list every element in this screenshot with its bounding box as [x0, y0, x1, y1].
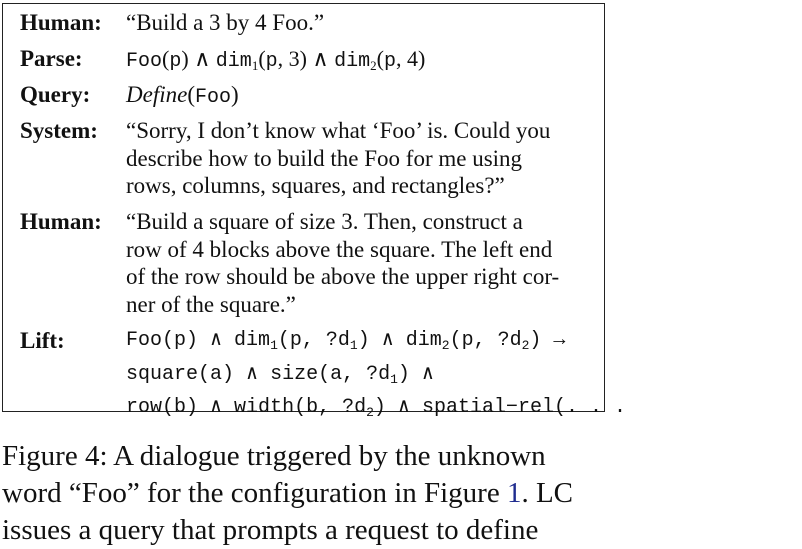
dialogue-box: Human: “Build a 3 by 4 Foo.” Parse: Foo(… — [2, 3, 626, 420]
text-line: “Sorry, I don’t know what ‘Foo’ is. Coul… — [126, 118, 551, 143]
predicate-dim2: dim — [334, 50, 371, 73]
utterance-text: “Sorry, I don’t know what ‘Foo’ is. Coul… — [126, 117, 594, 200]
number: 3 — [288, 46, 300, 71]
parse-label: Parse: — [20, 46, 83, 71]
text-line: of the row should be above the upper rig… — [126, 264, 560, 289]
formula-line-2: square(a) ∧ size(a, ?d1) ∧ — [126, 361, 594, 395]
formula-part: ) → — [529, 329, 566, 352]
caption-text: word “Foo” for the configuration in Figu… — [2, 477, 507, 509]
formula-part: ) ∧ spatial−rel(. . . — [373, 396, 626, 419]
predicate-dim1: dim — [215, 50, 252, 73]
formula-line-3: row(b) ∧ width(b, ?d2) ∧ spatial−rel(. .… — [126, 394, 626, 428]
formula-part: Foo(p) ∧ dim — [126, 329, 271, 352]
var-p: p — [265, 50, 278, 73]
formula-part: square(a) ∧ size(a, ?d — [126, 362, 391, 386]
text-line: “Build a square of size 3. Then, constru… — [126, 209, 523, 234]
lift-formula: Foo(p) ∧ dim1(p, ?d1) ∧ dim2(p, ?d2) → s… — [126, 327, 626, 428]
speaker-label: Human: — [20, 10, 102, 35]
utterance-text: “Build a square of size 3. Then, constru… — [126, 208, 594, 318]
text-line: row of 4 blocks above the square. The le… — [126, 236, 553, 262]
var-p: p — [383, 50, 396, 73]
formula-part: (p, ?d — [449, 329, 522, 352]
caption-line: Figure 4: A dialogue triggered by the un… — [2, 440, 546, 472]
subscript: 1 — [349, 338, 358, 353]
subscript: 2 — [366, 405, 374, 420]
formula-line-1: Foo(p) ∧ dim1(p, ?d1) ∧ dim2(p, ?d2) → — [126, 327, 594, 361]
and-symbol: ∧ — [306, 46, 335, 71]
formula-part: (p, ?d — [277, 329, 350, 352]
predicate-foo: Foo — [126, 50, 163, 73]
speaker-label: Human: — [20, 209, 102, 234]
utterance-text: “Build a 3 by 4 Foo.” — [126, 10, 325, 35]
define-function: Define — [126, 82, 188, 107]
text-line: describe how to build the Foo for me usi… — [126, 145, 523, 171]
parse-formula: Foo(p) ∧ dim1(p, 3) ∧ dim2(p, 4) — [126, 46, 426, 73]
subscript: 1 — [390, 371, 398, 387]
subscript: 2 — [441, 338, 450, 353]
formula-part: row(b) ∧ width(b, ?d — [126, 396, 367, 419]
var-p: p — [169, 50, 182, 73]
query-label: Query: — [20, 82, 91, 107]
subscript: 1 — [270, 338, 278, 353]
speaker-label: System: — [20, 118, 98, 143]
caption-line: issues a query that prompts a request to… — [2, 514, 539, 546]
number: 4 — [406, 46, 418, 71]
formula-part: ) ∧ dim — [357, 329, 442, 352]
formula-part: ) ∧ — [397, 362, 434, 386]
caption-line: word “Foo” for the configuration in Figu… — [2, 475, 605, 512]
text-line: ner of the square.” — [126, 291, 296, 317]
figure-reference-link[interactable]: 1 — [507, 477, 522, 509]
caption-text: . LC — [521, 477, 574, 509]
text-line: rows, columns, squares, and rectangles?” — [126, 173, 505, 198]
predicate-foo: Foo — [194, 86, 231, 109]
query-formula: Define(Foo) — [126, 82, 239, 109]
and-symbol: ∧ — [188, 46, 216, 71]
figure-caption: Figure 4: A dialogue triggered by the un… — [2, 438, 605, 549]
lift-label: Lift: — [20, 328, 65, 353]
